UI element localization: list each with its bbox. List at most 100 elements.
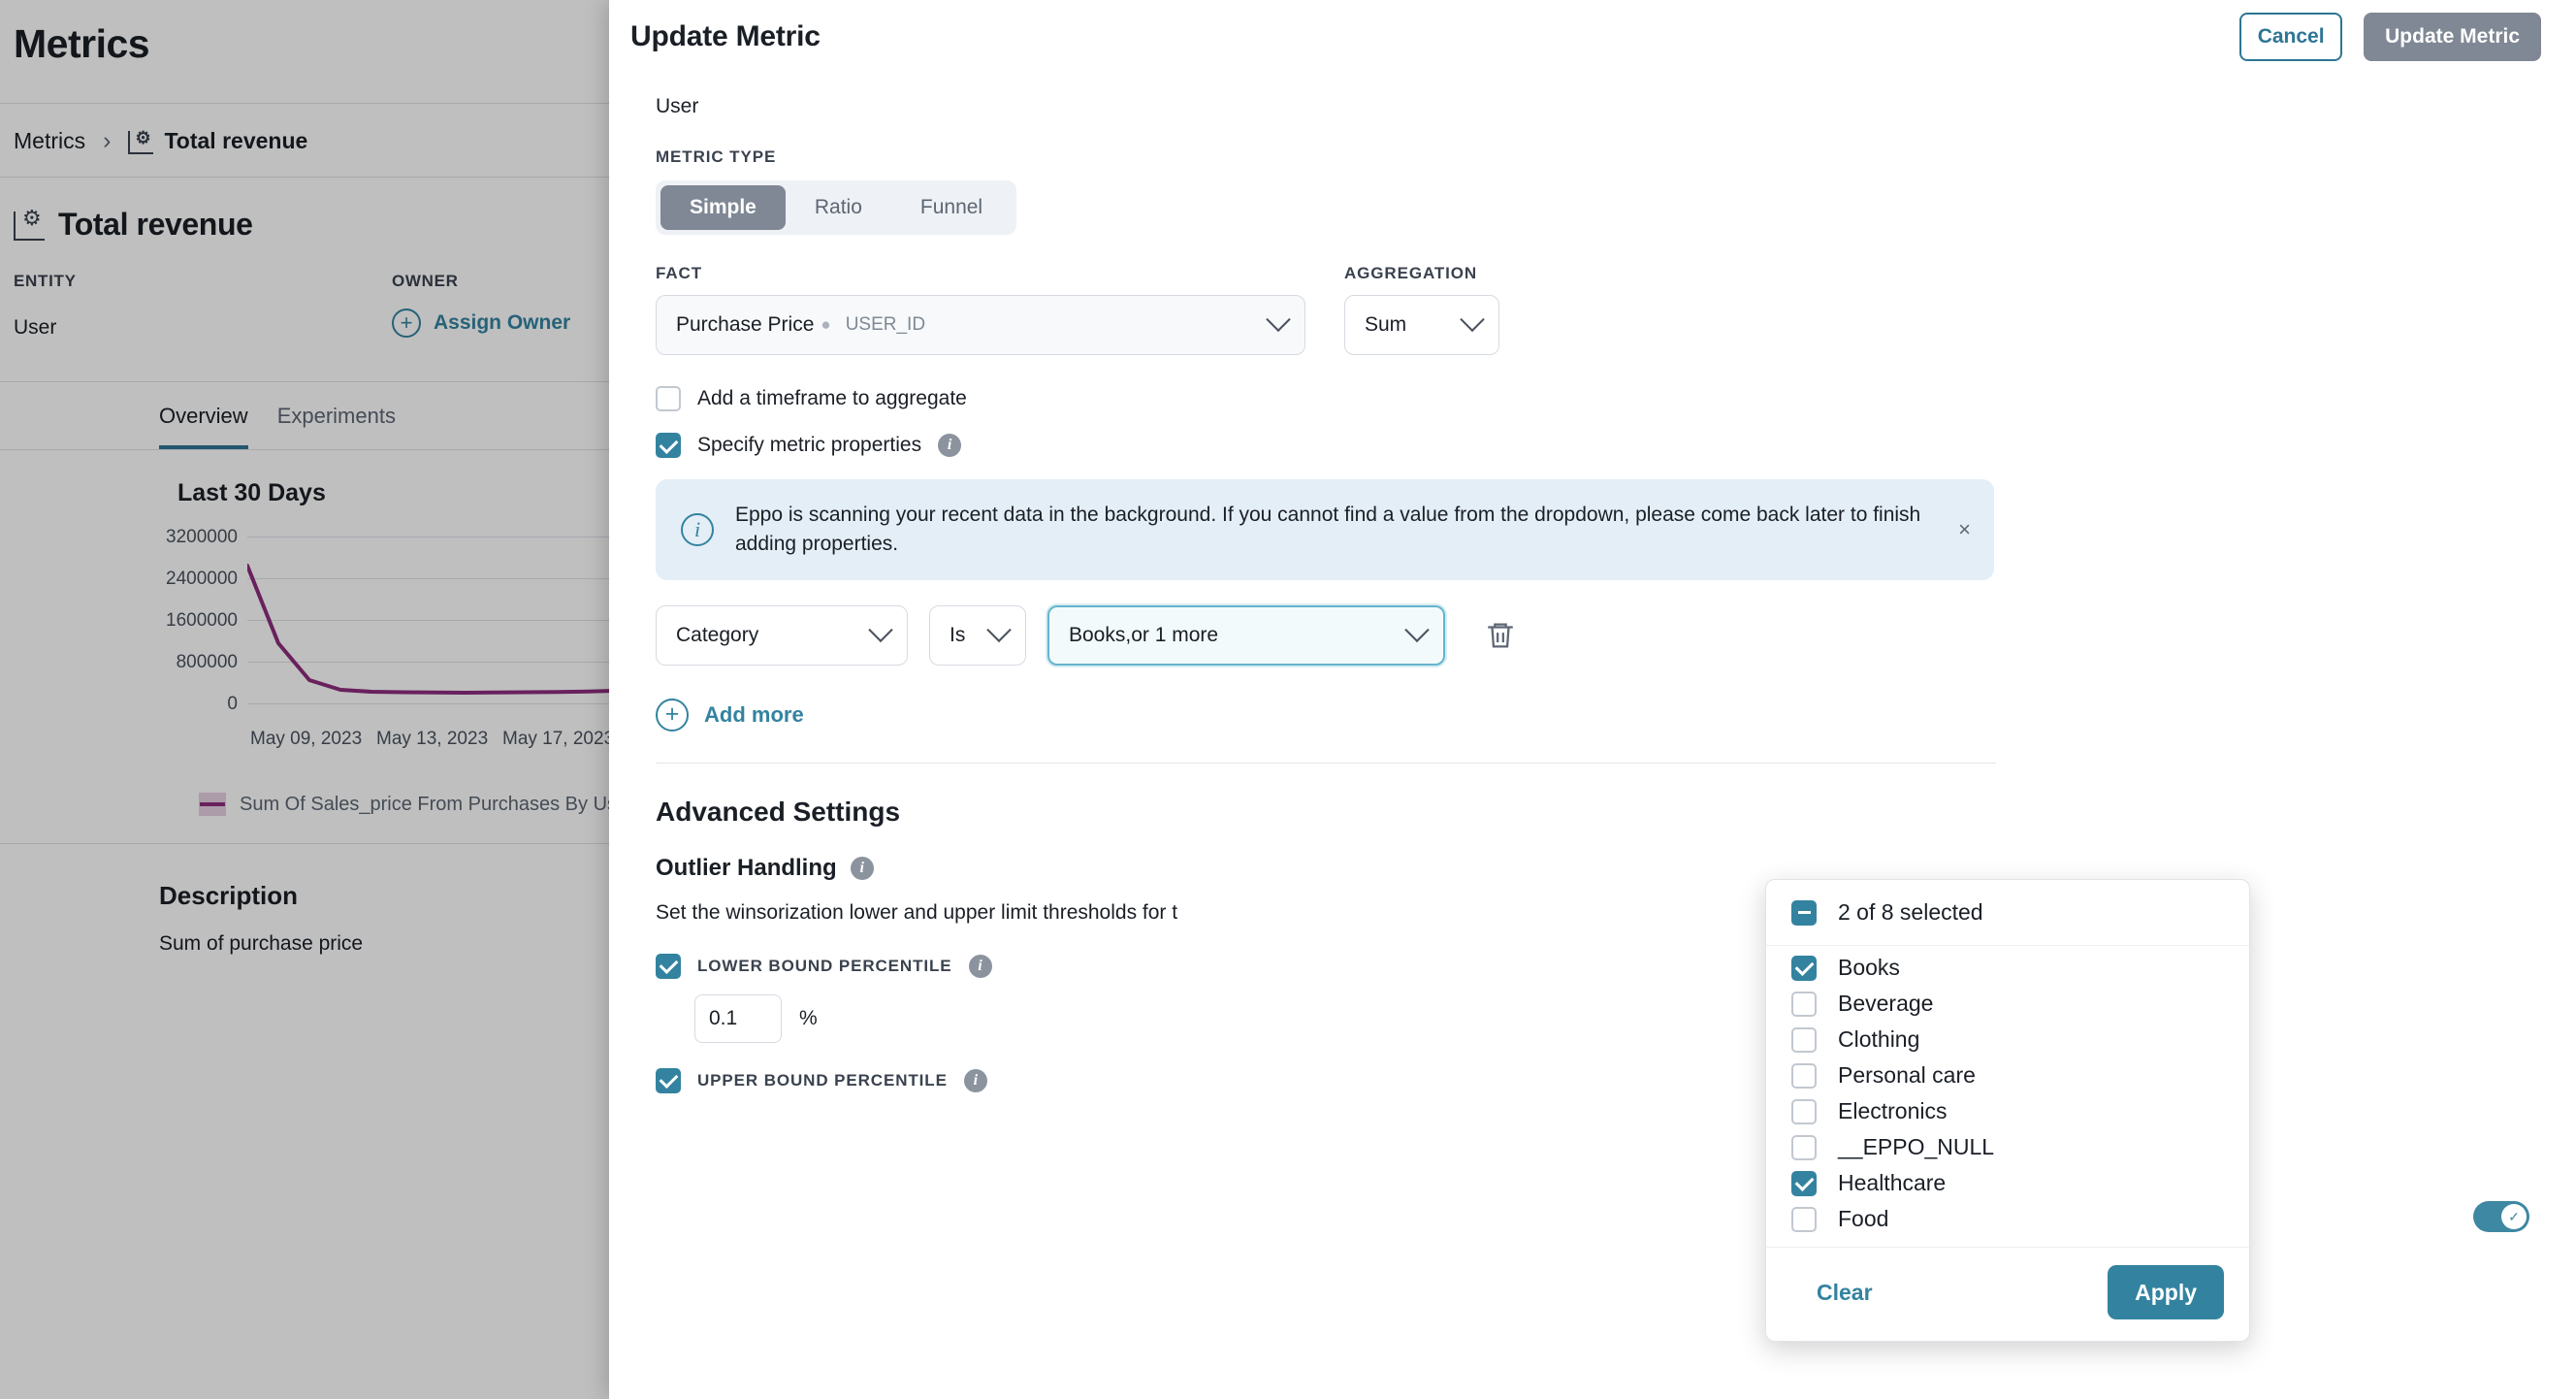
fact-subvalue: USER_ID [846, 314, 925, 336]
outlier-handling-title: Outlier Handling [656, 855, 837, 882]
clear-button[interactable]: Clear [1791, 1280, 1873, 1306]
apply-button[interactable]: Apply [2108, 1265, 2224, 1319]
filter-operator-select[interactable]: Is [929, 605, 1026, 666]
chevron-down-icon [1460, 308, 1484, 332]
upper-bound-label: UPPER BOUND PERCENTILE [697, 1071, 948, 1090]
list-item[interactable]: Books [1766, 950, 2249, 986]
modal-body: User METRIC TYPE Simple Ratio Funnel FAC… [609, 95, 2576, 1093]
properties-checkbox-label: Specify metric properties [697, 434, 921, 457]
modal-header-actions: Cancel Update Metric [2239, 13, 2541, 61]
aggregation-select[interactable]: Sum [1344, 295, 1499, 355]
option-label: Personal care [1838, 1062, 1976, 1089]
select-all-row[interactable]: 2 of 8 selected [1766, 880, 2249, 946]
percent-sign: % [799, 1007, 818, 1030]
dropdown-footer: Clear Apply [1766, 1247, 2249, 1341]
lower-bound-row: LOWER BOUND PERCENTILE i [656, 954, 2576, 979]
aggregation-label: AGGREGATION [1344, 264, 1499, 283]
option-checkbox[interactable] [1791, 1027, 1817, 1053]
fact-value: Purchase Price [676, 313, 814, 337]
selected-count-label: 2 of 8 selected [1838, 899, 1983, 926]
upper-bound-row: UPPER BOUND PERCENTILE i [656, 1068, 2576, 1093]
metric-type-simple[interactable]: Simple [660, 185, 786, 230]
chevron-down-icon [1266, 308, 1290, 332]
cancel-button[interactable]: Cancel [2239, 13, 2342, 61]
upper-bound-checkbox[interactable] [656, 1068, 681, 1093]
add-more-label: Add more [704, 702, 804, 728]
chevron-down-icon [868, 617, 892, 641]
modal-title: Update Metric [630, 20, 821, 53]
info-icon[interactable]: i [938, 434, 961, 457]
select-all-checkbox[interactable] [1791, 900, 1817, 926]
update-metric-button[interactable]: Update Metric [2364, 13, 2541, 61]
option-label: Books [1838, 955, 1900, 981]
add-more-button[interactable]: + Add more [656, 699, 2576, 732]
list-item[interactable]: Food [1766, 1201, 2249, 1237]
properties-checkbox-row[interactable]: Specify metric properties i [656, 433, 2576, 458]
list-item[interactable]: Beverage [1766, 986, 2249, 1022]
list-item[interactable]: Healthcare [1766, 1165, 2249, 1201]
dropdown-option-list: Books Beverage Clothing Personal care El… [1766, 946, 2249, 1247]
app-root: Metrics Metrics › ⚙ Total revenue ⚙ Tota… [0, 0, 2576, 1399]
info-circle-icon: i [681, 513, 714, 546]
option-checkbox[interactable] [1791, 992, 1817, 1017]
lower-bound-label: LOWER BOUND PERCENTILE [697, 957, 952, 976]
info-icon[interactable]: i [851, 857, 874, 880]
update-metric-modal: Update Metric Cancel Update Metric User … [609, 0, 2576, 1399]
option-label: __EPPO_NULL [1838, 1134, 1994, 1160]
filter-property-select[interactable]: Category [656, 605, 908, 666]
list-item[interactable]: Electronics [1766, 1093, 2249, 1129]
chevron-down-icon [986, 617, 1011, 641]
list-item[interactable]: __EPPO_NULL [1766, 1129, 2249, 1165]
option-label: Food [1838, 1206, 1888, 1232]
filter-value-select[interactable]: Books,or 1 more [1047, 605, 1445, 666]
metric-type-segmented-control: Simple Ratio Funnel [656, 180, 1016, 235]
category-multiselect-dropdown: 2 of 8 selected Books Beverage Clothing [1765, 879, 2250, 1342]
fact-select[interactable]: Purchase Price ● USER_ID [656, 295, 1305, 355]
filter-operator-value: Is [950, 624, 965, 647]
advanced-settings-heading: Advanced Settings [656, 797, 2576, 828]
delete-filter-button[interactable] [1484, 619, 1517, 652]
aggregation-value: Sum [1365, 313, 1406, 337]
filter-value-text: Books,or 1 more [1069, 624, 1218, 647]
timeframe-checkbox-label: Add a timeframe to aggregate [697, 387, 967, 410]
timeframe-checkbox-row[interactable]: Add a timeframe to aggregate [656, 386, 2576, 411]
close-icon[interactable]: × [1958, 517, 1971, 542]
info-icon[interactable]: i [964, 1069, 987, 1092]
lower-bound-input-row: % [694, 994, 2576, 1043]
option-checkbox[interactable] [1791, 1207, 1817, 1232]
option-checkbox[interactable] [1791, 1171, 1817, 1196]
list-item[interactable]: Clothing [1766, 1022, 2249, 1057]
property-filter-row: Category Is Books,or 1 more [656, 605, 2576, 666]
metric-type-ratio[interactable]: Ratio [786, 185, 891, 230]
entity-value: User [656, 95, 2576, 118]
option-label: Healthcare [1838, 1170, 1946, 1196]
plus-icon: + [656, 699, 689, 732]
divider [656, 763, 1996, 764]
fact-label: FACT [656, 264, 1305, 283]
separator-dot-icon: ● [821, 315, 830, 335]
option-checkbox[interactable] [1791, 956, 1817, 981]
option-checkbox[interactable] [1791, 1099, 1817, 1124]
metric-type-funnel[interactable]: Funnel [891, 185, 1012, 230]
properties-checkbox[interactable] [656, 433, 681, 458]
timeframe-checkbox[interactable] [656, 386, 681, 411]
option-label: Clothing [1838, 1026, 1919, 1053]
metric-type-label: METRIC TYPE [656, 147, 2576, 167]
chevron-down-icon [1404, 617, 1429, 641]
modal-header: Update Metric Cancel Update Metric [609, 0, 2576, 74]
filter-property-value: Category [676, 624, 758, 647]
outlier-handling-heading: Outlier Handling i [656, 855, 2576, 882]
info-icon[interactable]: i [969, 955, 992, 978]
option-checkbox[interactable] [1791, 1063, 1817, 1089]
outlier-handling-toggle[interactable]: ✓ [2473, 1201, 2529, 1232]
option-checkbox[interactable] [1791, 1135, 1817, 1160]
banner-text: Eppo is scanning your recent data in the… [735, 501, 1969, 559]
scanning-info-banner: i Eppo is scanning your recent data in t… [656, 479, 1994, 580]
list-item[interactable]: Personal care [1766, 1057, 2249, 1093]
toggle-knob-check-icon: ✓ [2501, 1204, 2527, 1229]
option-label: Beverage [1838, 991, 1933, 1017]
outlier-handling-description: Set the winsorization lower and upper li… [656, 901, 2576, 925]
lower-bound-checkbox[interactable] [656, 954, 681, 979]
lower-bound-input[interactable] [694, 994, 782, 1043]
option-label: Electronics [1838, 1098, 1947, 1124]
